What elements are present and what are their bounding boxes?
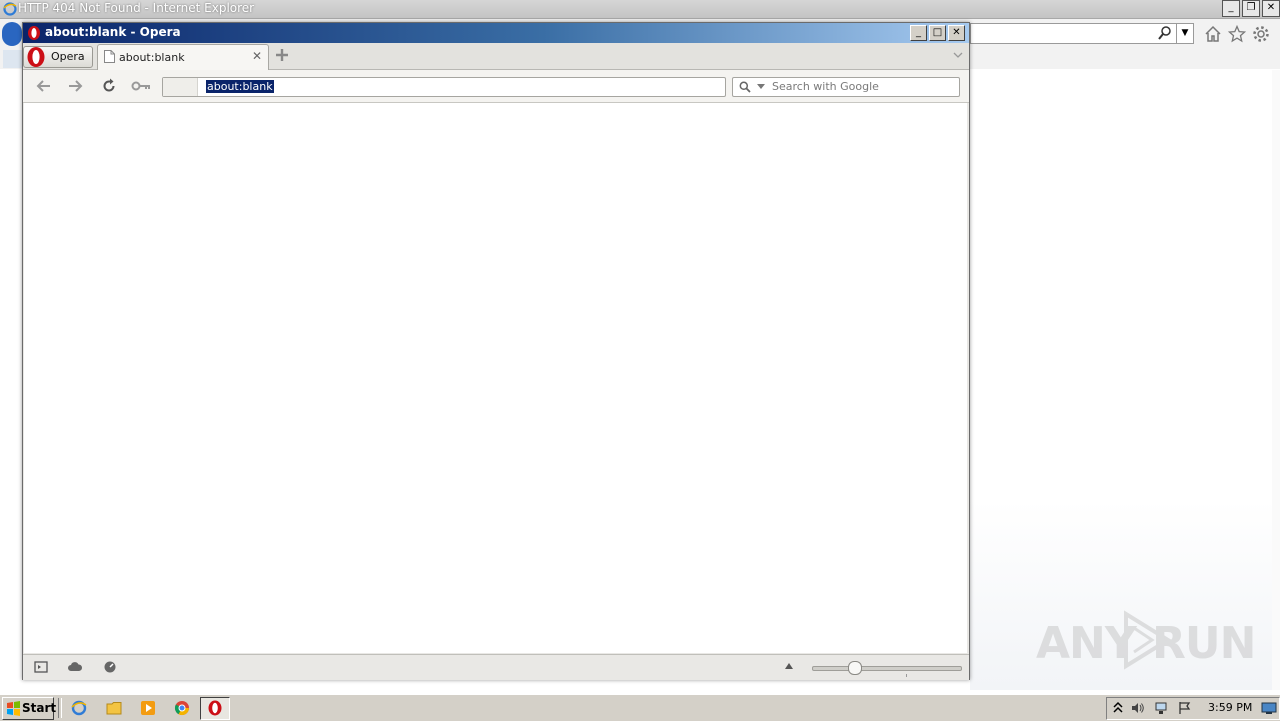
- action-center-flag-icon[interactable]: [1178, 701, 1192, 715]
- forward-arrow-icon[interactable]: [67, 78, 83, 94]
- anyrun-watermark: ANY RUN: [1036, 608, 1256, 674]
- new-tab-plus-icon[interactable]: [275, 48, 289, 62]
- watermark-right-text: RUN: [1152, 618, 1256, 669]
- ie-scrollbar[interactable]: [1272, 70, 1280, 690]
- taskbar-explorer-button[interactable]: [99, 697, 129, 720]
- zoom-slider-thumb[interactable]: [848, 661, 862, 675]
- ie-icon: [71, 700, 87, 716]
- search-field[interactable]: Search with Google: [732, 77, 960, 97]
- zoom-tick: [906, 674, 907, 677]
- ie-minimize-button[interactable]: _: [1222, 0, 1240, 17]
- media-player-icon: [141, 701, 155, 715]
- ie-back-button[interactable]: [2, 22, 22, 46]
- turbo-gauge-icon[interactable]: [103, 660, 117, 674]
- address-field[interactable]: about:blank: [162, 77, 726, 97]
- opera-window-title: about:blank - Opera: [45, 25, 181, 39]
- windows-logo-icon: [7, 701, 20, 716]
- back-arrow-icon[interactable]: [36, 78, 52, 94]
- system-tray: 3:59 PM: [1106, 697, 1280, 720]
- favorites-star-icon[interactable]: [1228, 25, 1246, 43]
- ie-close-button[interactable]: ✕: [1262, 0, 1280, 17]
- opera-window: about:blank - Opera _ □ ✕ Opera about:bl…: [22, 22, 970, 680]
- taskbar-media-player-button[interactable]: [133, 697, 163, 720]
- network-icon[interactable]: [1154, 701, 1168, 715]
- opera-minimize-button[interactable]: _: [910, 25, 927, 41]
- zoom-slider-track[interactable]: [812, 666, 962, 671]
- ie-tab[interactable]: [3, 50, 23, 68]
- show-hidden-icons-icon[interactable]: [1111, 701, 1125, 715]
- home-icon[interactable]: [1204, 25, 1222, 43]
- panel-toggle-icon[interactable]: [34, 660, 48, 674]
- tab-menu-chevron-icon[interactable]: [953, 51, 963, 59]
- start-label: Start: [22, 701, 57, 715]
- chrome-icon: [174, 701, 190, 716]
- volume-icon[interactable]: [1131, 701, 1145, 715]
- address-value[interactable]: about:blank: [206, 80, 274, 93]
- taskbar-opera-button[interactable]: [200, 697, 230, 720]
- opera-maximize-button[interactable]: □: [929, 25, 946, 41]
- search-icon: [739, 81, 751, 93]
- opera-titlebar[interactable]: about:blank - Opera _ □ ✕: [23, 23, 969, 43]
- ie-restore-button[interactable]: ❐: [1242, 0, 1260, 17]
- opera-logo-icon: [208, 700, 222, 716]
- search-icon[interactable]: [1157, 25, 1173, 41]
- taskbar: Start 3:59 PM: [0, 694, 1280, 721]
- tab-close-icon[interactable]: ✕: [252, 49, 262, 63]
- opera-logo-icon: [28, 26, 40, 40]
- taskbar-ie-button[interactable]: [64, 697, 94, 720]
- opera-statusbar: [23, 654, 969, 680]
- address-security-badge[interactable]: [163, 78, 198, 96]
- opera-tabbar: Opera about:blank ✕: [23, 43, 969, 70]
- opera-unite-cloud-icon[interactable]: [67, 660, 83, 674]
- zoom-menu-up-icon[interactable]: [785, 663, 793, 669]
- opera-navbar: about:blank Search with Google: [23, 70, 969, 103]
- reload-icon[interactable]: [101, 78, 117, 94]
- taskbar-separator: [58, 698, 62, 718]
- taskbar-chrome-button[interactable]: [167, 697, 197, 720]
- opera-menu-button[interactable]: Opera: [23, 46, 93, 68]
- tab-about-blank[interactable]: about:blank ✕: [97, 44, 269, 70]
- folder-icon: [106, 702, 122, 715]
- gear-icon[interactable]: [1252, 25, 1270, 43]
- tab-label: about:blank: [119, 51, 185, 64]
- show-desktop-icon[interactable]: [1261, 701, 1277, 715]
- address-dropdown-icon[interactable]: ▼: [1176, 24, 1193, 43]
- opera-close-button[interactable]: ✕: [948, 25, 965, 41]
- key-icon[interactable]: [131, 78, 151, 94]
- page-icon: [104, 50, 115, 63]
- clock[interactable]: 3:59 PM: [1208, 701, 1252, 714]
- ie-window-title: HTTP 404 Not Found - Internet Explorer: [18, 1, 255, 15]
- opera-logo-icon: [27, 47, 45, 67]
- page-content[interactable]: [24, 103, 967, 653]
- ie-icon: [3, 2, 17, 16]
- opera-menu-label: Opera: [51, 50, 85, 63]
- start-button[interactable]: Start: [2, 697, 57, 720]
- ie-titlebar[interactable]: HTTP 404 Not Found - Internet Explorer _…: [0, 0, 1280, 19]
- ie-address-bar[interactable]: ▼: [970, 23, 1194, 44]
- search-engine-dropdown-icon[interactable]: [757, 84, 765, 89]
- search-placeholder: Search with Google: [772, 80, 879, 93]
